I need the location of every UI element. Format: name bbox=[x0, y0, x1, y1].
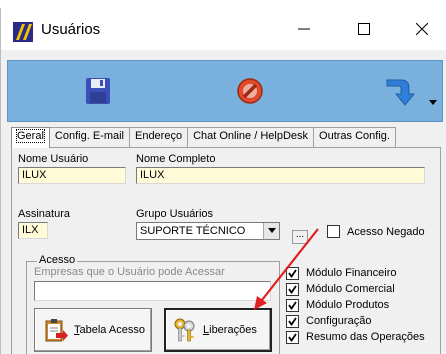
modulo-financeiro-label: Módulo Financeiro bbox=[306, 267, 397, 279]
resumo-operacoes-option[interactable]: Resumo das Operações bbox=[286, 330, 425, 344]
checkmark-icon bbox=[288, 332, 297, 342]
close-icon bbox=[416, 23, 428, 35]
configuracao-checkbox[interactable] bbox=[286, 314, 299, 328]
grupo-usuarios-value: SUPORTE TÉCNICO bbox=[140, 225, 246, 237]
tab-label: Geral bbox=[16, 129, 45, 143]
chevron-down-icon bbox=[267, 228, 276, 233]
assinatura-label: Assinatura bbox=[18, 208, 70, 220]
tabela-acesso-label: Tabela Acesso bbox=[74, 324, 145, 336]
checkmark-icon bbox=[288, 300, 297, 310]
modulo-financeiro-checkbox[interactable] bbox=[286, 266, 299, 280]
grupo-usuarios-select[interactable]: SUPORTE TÉCNICO bbox=[136, 222, 280, 240]
nome-completo-label: Nome Completo bbox=[136, 153, 216, 165]
modulo-produtos-option[interactable]: Módulo Produtos bbox=[286, 298, 389, 312]
save-icon bbox=[86, 78, 110, 104]
close-button[interactable] bbox=[399, 8, 445, 50]
empresas-field[interactable] bbox=[34, 281, 271, 301]
tab-geral[interactable]: Geral bbox=[11, 127, 50, 148]
window-title: Usuários bbox=[41, 21, 101, 38]
checkmark-icon bbox=[288, 316, 297, 326]
tab-endereco[interactable]: Endereço bbox=[128, 127, 189, 147]
modulo-produtos-checkbox[interactable] bbox=[286, 298, 299, 312]
configuracao-label: Configuração bbox=[306, 315, 372, 327]
resumo-operacoes-label: Resumo das Operações bbox=[306, 331, 425, 343]
save-button[interactable] bbox=[78, 73, 118, 109]
toolbar bbox=[7, 60, 443, 122]
liberacoes-label: Liberações bbox=[203, 324, 257, 336]
liberacoes-button[interactable]: Liberações bbox=[164, 308, 272, 352]
tab-strip: Geral Config. E-mail Endereço Chat Onlin… bbox=[11, 127, 396, 148]
nome-usuario-label: Nome Usuário bbox=[18, 153, 89, 165]
checkmark-icon bbox=[288, 268, 297, 278]
app-logo-icon bbox=[13, 22, 33, 42]
keys-icon bbox=[174, 318, 195, 342]
navigate-icon bbox=[386, 79, 416, 106]
liberacoes-text: iberações bbox=[209, 324, 257, 336]
grupo-usuarios-label: Grupo Usuários bbox=[136, 208, 214, 220]
minimize-icon bbox=[298, 28, 310, 30]
maximize-button[interactable] bbox=[341, 8, 387, 50]
tabela-acesso-button[interactable]: Tabela Acesso bbox=[34, 308, 152, 352]
dropdown-arrow-icon[interactable] bbox=[428, 97, 438, 107]
modulo-comercial-option[interactable]: Módulo Comercial bbox=[286, 282, 395, 296]
tab-label: Outras Config. bbox=[319, 130, 390, 142]
tab-label: Endereço bbox=[134, 130, 183, 142]
tab-label: Config. E-mail bbox=[54, 130, 124, 142]
modulo-financeiro-option[interactable]: Módulo Financeiro bbox=[286, 266, 397, 280]
maximize-icon bbox=[358, 23, 370, 35]
nome-completo-field[interactable]: ILUX bbox=[136, 167, 425, 184]
acesso-negado-checkbox[interactable] bbox=[327, 225, 340, 238]
nome-usuario-field[interactable]: ILUX bbox=[18, 167, 126, 184]
tabela-acesso-text: abela Acesso bbox=[79, 324, 145, 336]
tab-config-email[interactable]: Config. E-mail bbox=[48, 127, 130, 147]
configuracao-option[interactable]: Configuração bbox=[286, 314, 371, 328]
clipboard-arrow-icon bbox=[45, 319, 68, 342]
modulo-produtos-label: Módulo Produtos bbox=[306, 299, 390, 311]
usuarios-window: Usuários Geral Config. E-mail Endereço C… bbox=[0, 8, 446, 354]
title-bar: Usuários bbox=[1, 8, 446, 50]
modulo-comercial-checkbox[interactable] bbox=[286, 282, 299, 296]
tab-chat-online[interactable]: Chat Online / HelpDesk bbox=[187, 127, 315, 147]
minimize-button[interactable] bbox=[281, 8, 327, 50]
tab-outras-config[interactable]: Outras Config. bbox=[313, 127, 396, 147]
grupo-lookup-button[interactable]: ... bbox=[292, 230, 308, 244]
cancel-icon bbox=[237, 78, 263, 104]
empresas-label: Empresas que o Usuário pode Acessar bbox=[34, 266, 225, 278]
combo-dropdown-button[interactable] bbox=[263, 223, 279, 239]
acesso-negado-label: Acesso Negado bbox=[347, 226, 425, 238]
navigate-button[interactable] bbox=[378, 73, 422, 109]
cancel-button[interactable] bbox=[230, 73, 270, 109]
checkmark-icon bbox=[288, 284, 297, 294]
resumo-operacoes-checkbox[interactable] bbox=[286, 330, 299, 344]
acesso-title: Acesso bbox=[37, 254, 78, 266]
assinatura-field[interactable]: ILX bbox=[18, 222, 48, 239]
modulo-comercial-label: Módulo Comercial bbox=[306, 283, 395, 295]
tab-label: Chat Online / HelpDesk bbox=[193, 130, 309, 142]
